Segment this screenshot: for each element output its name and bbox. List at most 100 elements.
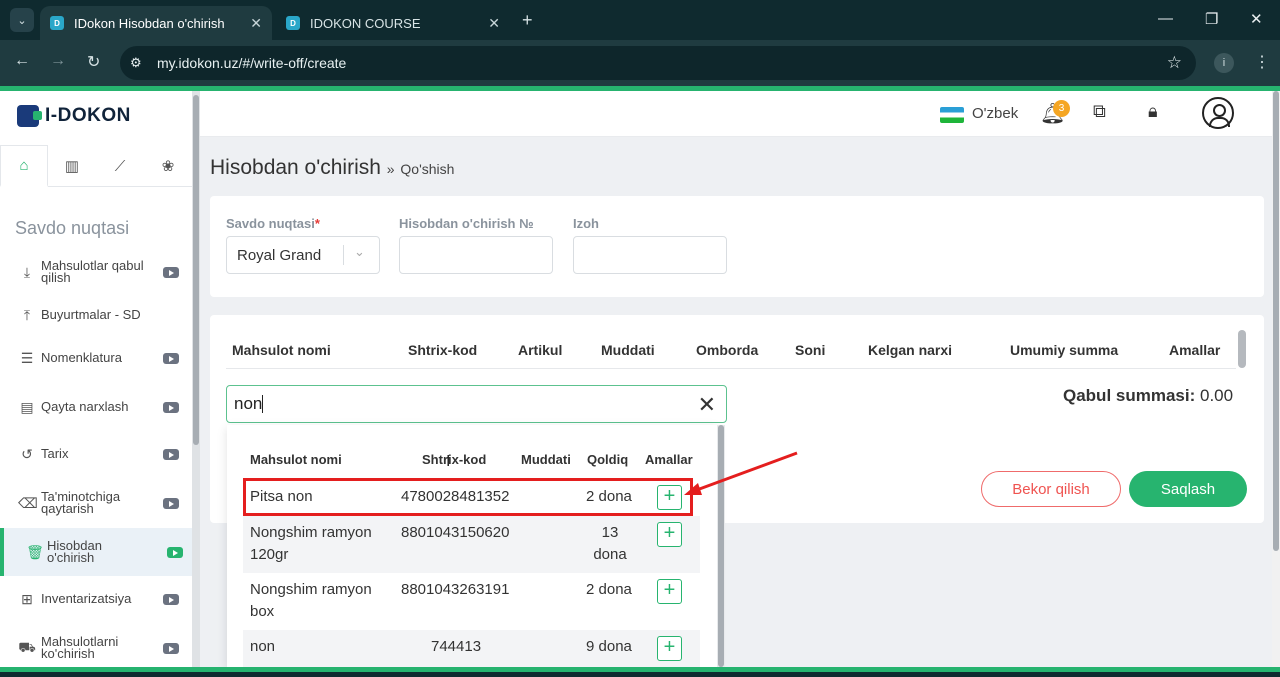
sidebar-item-transfer[interactable]: ⛟ Mahsulotlarni ko'chirish (0, 634, 192, 662)
list-item[interactable]: non 744413 9 dona + (243, 630, 700, 667)
sidebar-item-label: Nomenklatura (41, 350, 122, 365)
history-icon: ↺ (21, 445, 33, 462)
url-text: my.idokon.uz/#/write-off/create (157, 55, 347, 71)
video-play-icon[interactable] (163, 642, 179, 654)
sidebar-item-receive[interactable]: ⤓ Mahsulotlar qabul qilish (0, 258, 192, 286)
truck-icon: ⛟ (18, 638, 36, 655)
close-window-icon[interactable]: ✕ (1250, 10, 1263, 28)
site-settings-icon[interactable]: ⚙ (130, 55, 142, 71)
header-divider (226, 368, 1236, 369)
tab-title: IDOKON COURSE (310, 15, 421, 31)
address-bar-row: ← → ↻ ⚙ my.idokon.uz/#/write-off/create … (0, 40, 1280, 86)
sidebar-item-nomenclature[interactable]: ☰ Nomenklatura (0, 348, 192, 368)
product-stock: 9 dona (586, 638, 632, 655)
close-tab-icon[interactable]: ✕ (488, 15, 500, 32)
logo-mark-icon (17, 105, 42, 127)
video-play-icon[interactable] (163, 401, 179, 413)
video-play-icon[interactable] (167, 546, 183, 558)
tab-list-chevron-icon[interactable]: ⌄ (10, 8, 34, 32)
table-scrollbar[interactable] (1238, 330, 1246, 368)
add-product-button[interactable]: + (657, 636, 682, 661)
highlight-box (243, 478, 693, 516)
trash-icon: 🗑 (26, 543, 44, 560)
product-barcode: 8801043263191 (401, 581, 510, 598)
video-play-icon[interactable] (163, 448, 179, 460)
copy-icon[interactable]: ⧉ (1093, 101, 1106, 122)
video-play-icon[interactable] (163, 497, 179, 509)
col-header-barcode: Shtrix-kod (408, 342, 478, 358)
sidebar-item-orders[interactable]: ⤒ Buyurtmalar - SD (0, 305, 192, 325)
sidebar-item-history[interactable]: ↺ Tarix (0, 444, 192, 464)
circles-tab-icon[interactable]: ❀ (144, 145, 192, 187)
inbox-download-icon: ⤓ (23, 263, 31, 280)
restore-icon[interactable]: ❐ (1205, 10, 1218, 28)
video-play-icon[interactable] (163, 266, 179, 278)
sidebar-item-inventory[interactable]: ⊞ Inventarizatsiya (0, 589, 192, 609)
add-product-button[interactable]: + (657, 522, 682, 547)
dropdown-col-expiry: Muddati (521, 452, 571, 467)
bar-chart-tab-icon[interactable]: ▥ (48, 145, 96, 187)
sidebar-item-repricing[interactable]: ▤ Qayta narxlash (0, 397, 192, 417)
page-scrollbar[interactable] (1272, 91, 1280, 667)
list-item[interactable]: Nongshim ramyon box 8801043263191 2 dona… (243, 573, 700, 630)
add-product-button[interactable]: + (657, 579, 682, 604)
search-input-value: non (234, 394, 263, 413)
list-item[interactable]: Nongshim ramyon 120gr 8801043150620 13 d… (243, 516, 700, 573)
write-off-number-input[interactable] (399, 236, 553, 274)
sidebar-item-label: Ta'minotchiga qaytarish (41, 489, 121, 516)
product-name: Nongshim ramyon box (250, 581, 372, 620)
product-stock: 2 dona (586, 581, 632, 598)
line-chart-tab-icon[interactable]: ⟋ (96, 145, 144, 187)
lock-icon[interactable]: 🔒︎ (1148, 101, 1158, 122)
user-avatar-icon[interactable] (1202, 97, 1234, 129)
col-header-stock: Omborda (696, 342, 759, 358)
back-icon[interactable]: ← (14, 52, 30, 70)
forward-icon[interactable]: → (50, 52, 66, 70)
uzbek-flag-icon[interactable] (940, 107, 964, 123)
col-header-total: Umumiy summa (1010, 342, 1119, 358)
col-header-name: Mahsulot nomi (232, 342, 331, 358)
product-stock: 13 dona (593, 524, 627, 563)
sidebar-item-label: Qayta narxlash (41, 399, 129, 414)
store-select-value: Royal Grand (237, 246, 322, 264)
store-label: Savdo nuqtasi* (226, 216, 320, 231)
total-summary: Qabul summasi: 0.00 (1063, 386, 1233, 406)
minimize-icon[interactable]: — (1158, 10, 1173, 27)
cancel-button[interactable]: Bekor qilish (981, 471, 1121, 507)
sidebar-item-supplier-return[interactable]: ⌫ Ta'minotchiga qaytarish (0, 489, 192, 517)
video-play-icon[interactable] (163, 352, 179, 364)
return-icon: ⌫ (18, 494, 38, 511)
browser-tab-bar: ⌄ D IDokon Hisobdan o'chirish ✕ D IDOKON… (0, 0, 1280, 40)
scrollbar-thumb[interactable] (193, 95, 199, 445)
clear-search-icon[interactable]: ✕ (698, 392, 716, 418)
close-tab-icon[interactable]: ✕ (250, 15, 262, 32)
store-tab-icon[interactable]: ⌂ (0, 145, 48, 187)
dropdown-col-barcode: Shtrix-kod (422, 452, 487, 467)
url-field[interactable]: ⚙ my.idokon.uz/#/write-off/create ☆ (120, 46, 1196, 80)
price-tag-icon: ▤ (20, 398, 34, 415)
video-play-icon[interactable] (163, 593, 179, 605)
chevron-down-icon[interactable]: ⌄ (354, 244, 365, 260)
store-select[interactable]: Royal Grand ⌄ (226, 236, 380, 274)
new-tab-icon[interactable]: + (522, 10, 533, 31)
reload-icon[interactable]: ↻ (87, 52, 100, 72)
total-summary-label: Qabul summasi: (1063, 386, 1196, 405)
sidebar-item-write-off[interactable]: 🗑 Hisobdan o'chirish (0, 528, 192, 576)
note-input[interactable] (573, 236, 727, 274)
write-off-form: Savdo nuqtasi* Royal Grand ⌄ Hisobdan o'… (210, 196, 1264, 297)
app-logo[interactable]: I-DOKON (17, 105, 131, 127)
save-button[interactable]: Saqlash (1129, 471, 1247, 507)
browser-menu-icon[interactable]: ⋮ (1254, 52, 1270, 72)
product-search-input[interactable]: non ✕ (226, 385, 727, 423)
profile-info-icon[interactable]: i (1214, 53, 1234, 73)
list-icon: ☰ (20, 349, 34, 366)
language-selector[interactable]: O'zbek (972, 105, 1018, 122)
total-summary-value: 0.00 (1200, 386, 1234, 405)
upload-box-icon: ⤒ (23, 306, 31, 323)
browser-tab-active[interactable]: D IDokon Hisobdan o'chirish ✕ (40, 6, 272, 40)
sidebar-scrollbar[interactable] (192, 91, 200, 667)
bookmark-star-icon[interactable]: ☆ (1167, 53, 1182, 73)
scrollbar-thumb[interactable] (1273, 91, 1279, 551)
browser-tab[interactable]: D IDOKON COURSE ✕ (276, 6, 510, 40)
col-header-article: Artikul (518, 342, 563, 358)
